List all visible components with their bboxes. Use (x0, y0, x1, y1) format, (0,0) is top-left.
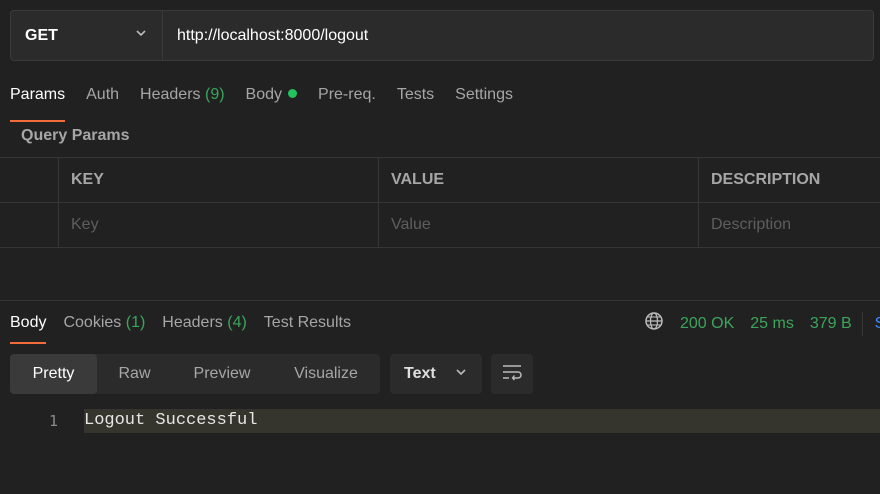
wrap-lines-icon (501, 363, 523, 386)
pane-divider[interactable] (0, 300, 880, 301)
tab-response-body[interactable]: Body (10, 308, 47, 344)
view-raw[interactable]: Raw (97, 354, 172, 394)
view-visualize[interactable]: Visualize (272, 354, 380, 394)
response-body-text[interactable]: Logout Successful (84, 409, 880, 433)
tab-body[interactable]: Body (245, 80, 298, 116)
view-pretty[interactable]: Pretty (10, 354, 97, 394)
url-input[interactable]: http://localhost:8000/logout (163, 11, 368, 60)
tab-cookies[interactable]: Cookies (1) (63, 308, 145, 338)
tab-body-label: Body (245, 86, 283, 103)
response-body-line: 1 Logout Successful (0, 409, 880, 433)
tab-params-label: Params (10, 86, 66, 103)
value-input[interactable]: Value (378, 203, 698, 247)
tab-settings-label: Settings (455, 86, 513, 103)
tab-tests-label: Tests (396, 86, 435, 103)
response-status-bar: 200 OK 25 ms 379 B S (644, 311, 880, 336)
request-url-bar: GET http://localhost:8000/logout (10, 10, 874, 61)
response-tabs: Body Cookies (1) Headers (4) Test Result… (10, 308, 368, 344)
tab-pre-request-label: Pre-req. (318, 86, 376, 103)
tab-auth-label: Auth (86, 86, 120, 103)
body-indicator-dot (288, 89, 298, 98)
cookies-count: (1) (125, 314, 146, 331)
response-headers-count: (4) (227, 314, 247, 331)
tab-response-headers-label: Headers (162, 314, 223, 331)
method-label: GET (25, 26, 58, 44)
request-tabs: Params Auth Headers (9) Body Pre-req. Te… (10, 80, 534, 122)
format-label: Text (404, 365, 436, 382)
status-code[interactable]: 200 OK (680, 315, 734, 333)
tab-headers-label: Headers (140, 86, 201, 103)
tab-response-body-label: Body (10, 314, 47, 331)
view-preview[interactable]: Preview (172, 354, 272, 394)
url-text: http://localhost:8000/logout (177, 26, 369, 44)
tab-headers[interactable]: Headers (9) (140, 80, 225, 116)
tab-settings[interactable]: Settings (455, 80, 513, 116)
tab-pre-request[interactable]: Pre-req. (318, 80, 376, 116)
headers-count: (9) (204, 86, 225, 103)
save-response-button[interactable]: S (875, 315, 880, 333)
key-input[interactable]: Key (58, 203, 378, 247)
tab-params[interactable]: Params (10, 80, 66, 122)
globe-icon[interactable] (644, 311, 664, 336)
query-params-title: Query Params (21, 127, 130, 144)
tab-tests[interactable]: Tests (397, 80, 434, 116)
tab-cookies-label: Cookies (63, 314, 122, 331)
line-number: 1 (48, 412, 58, 430)
table-header-row: KEY VALUE DESCRIPTION (0, 157, 880, 202)
tab-test-results[interactable]: Test Results (264, 308, 351, 338)
format-dropdown[interactable]: Text (390, 354, 482, 394)
wrap-lines-button[interactable] (491, 354, 533, 394)
response-time[interactable]: 25 ms (750, 315, 794, 333)
response-size[interactable]: 379 B (810, 315, 852, 333)
row-checkbox-column (0, 158, 58, 202)
tab-auth[interactable]: Auth (86, 80, 119, 116)
method-select[interactable]: GET (11, 11, 163, 60)
row-checkbox-cell (0, 203, 58, 247)
chevron-down-icon (454, 365, 468, 384)
column-header-value: VALUE (378, 158, 698, 202)
query-params-table: KEY VALUE DESCRIPTION Key Value Descript… (0, 157, 880, 248)
status-separator (861, 311, 863, 336)
column-header-description: DESCRIPTION (698, 158, 880, 202)
tab-test-results-label: Test Results (263, 314, 351, 331)
view-mode-selector: Pretty Raw Preview Visualize (10, 354, 380, 394)
chevron-down-icon (134, 26, 148, 45)
tab-response-headers[interactable]: Headers (4) (162, 308, 247, 338)
column-header-key: KEY (58, 158, 378, 202)
table-row: Key Value Description (0, 202, 880, 248)
description-input[interactable]: Description (698, 203, 880, 247)
